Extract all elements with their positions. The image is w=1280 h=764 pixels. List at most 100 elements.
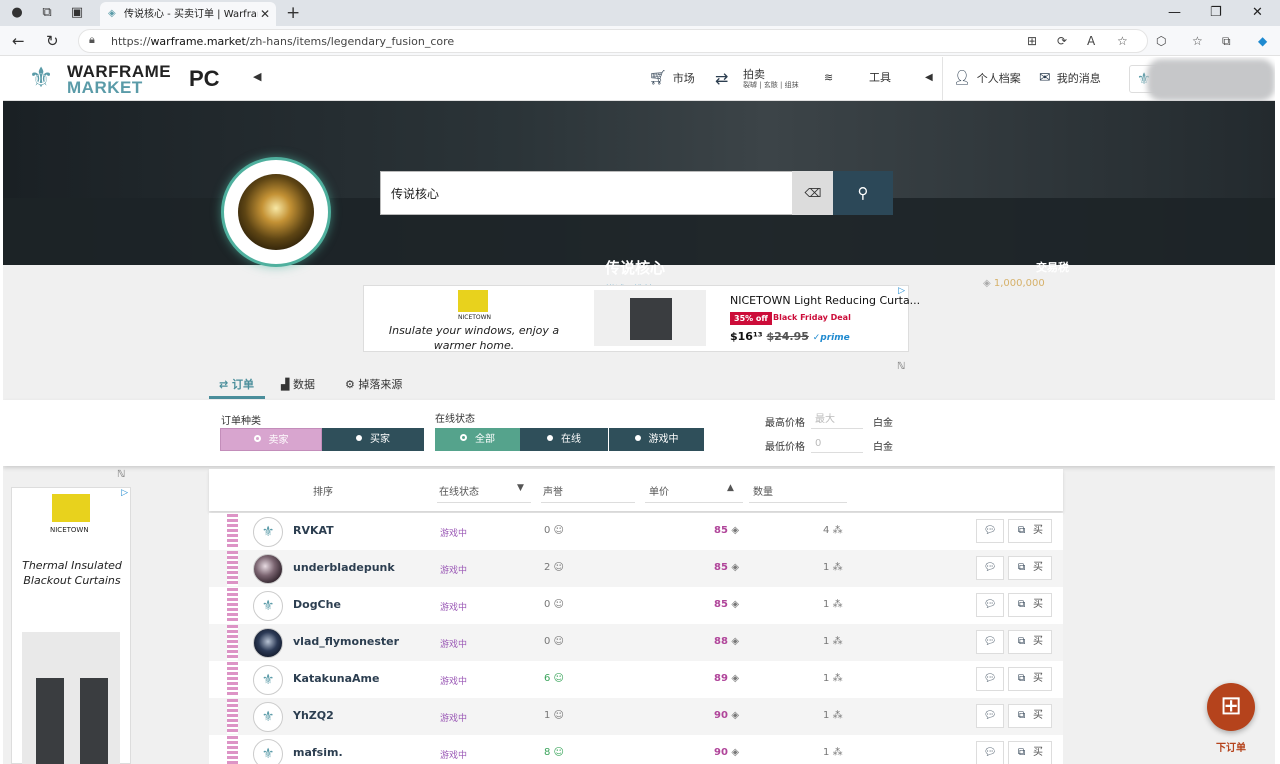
online-status-button[interactable]: 在线 [520,428,608,451]
min-price-input[interactable]: 0 [811,435,863,453]
read-aloud-icon[interactable]: A [1087,33,1095,49]
item-search-input[interactable]: 传说核心 [380,171,793,215]
search-button[interactable]: ⚲ [833,171,893,215]
avatar[interactable]: ⚜ [253,739,283,764]
refresh-icon[interactable]: ↻ [46,31,59,51]
online-status-label: 在线状态 [435,414,475,425]
tab-drop-sources[interactable]: ⚙ 掉落来源 [345,375,402,399]
sell-filter-button[interactable]: 卖家 [220,428,322,451]
order-quantity: 4 ⁂ [823,525,843,536]
quantity-header[interactable]: 数量 [753,483,773,498]
place-order-button[interactable]: ⊞ [1207,683,1255,731]
logo-text-bottom[interactable]: MARKET [67,78,143,98]
buy-button[interactable]: ⧉ 买 [1008,519,1052,543]
place-order-label[interactable]: 下订单 [1211,739,1251,754]
avatar[interactable]: ⚜ [253,702,283,732]
reputation-header-underline [541,502,635,503]
platinum-icon: ◈ [731,710,740,721]
workspaces-icon[interactable]: ⧉ [38,4,56,22]
nav-profile[interactable]: 👤︎ 个人档案 [953,70,1021,87]
curtain-image [594,290,706,346]
close-tab-icon[interactable]: ✕ [260,6,270,22]
seller-name[interactable]: YhZQ2 [293,709,334,722]
ingame-status-button[interactable]: 游戏中 [608,428,704,451]
buy-filter-button[interactable]: 买家 [322,428,424,451]
sort-asc-icon: ▲ [727,483,734,493]
chat-button[interactable]: 💬︎ [976,667,1004,691]
browser-tab[interactable]: ◈ 传说核心 - 买卖订单 | Warframe Market ✕ [100,2,276,26]
table-row: ⚜ YhZQ2 游戏中 1 ☺ 90 ◈ 1 ⁂ 💬︎ ⧉ 买 [209,698,1063,735]
minimize-icon[interactable]: — [1168,4,1181,22]
adchoices-icon[interactable]: ▷ [898,286,905,296]
seller-name[interactable]: KatakunaAme [293,672,379,685]
new-tab-icon[interactable]: + [286,3,300,23]
copy-icon: ⧉ [1018,710,1026,721]
platinum-icon: ◈ [731,525,740,536]
buy-button[interactable]: ⧉ 买 [1008,556,1052,580]
sort-header[interactable]: 排序 [313,483,333,498]
chat-button[interactable]: 💬︎ [976,704,1004,728]
seller-name[interactable]: RVKAT [293,524,334,537]
collapse-caret-icon[interactable]: ◀ [253,70,261,83]
avatar[interactable]: ⚜ [253,665,283,695]
tab-actions-icon[interactable]: ▣ [68,4,86,22]
url-field[interactable]: 🔒︎ https://warframe.market/zh-hans/items… [78,29,1148,53]
tab-statistics[interactable]: ▟ 数据 [281,375,315,399]
profile-icon[interactable]: ● [8,4,26,22]
chat-button[interactable]: 💬︎ [976,519,1004,543]
extensions-icon[interactable]: ⬡ [1156,33,1166,49]
adchoices-left-icon[interactable]: ▷ [121,488,128,498]
price-header[interactable]: 单价 ▲ [649,483,734,498]
ad-left-slogan: Thermal Insulated Blackout Curtains [22,559,122,587]
chat-button[interactable]: 💬︎ [976,556,1004,580]
copilot-icon[interactable]: ◆ [1258,33,1267,49]
buy-button[interactable]: ⧉ 买 [1008,667,1052,691]
nav-tools[interactable]: 工具 [869,70,891,86]
tools-caret-icon[interactable]: ◀ [925,70,933,86]
favorites-icon[interactable]: ☆ [1192,33,1203,49]
buy-button[interactable]: ⧉ 买 [1008,704,1052,728]
collections-icon[interactable]: ⧉ [1222,33,1231,49]
rank-badge [227,699,238,734]
buy-button[interactable]: ⧉ 买 [1008,741,1052,764]
copy-icon: ⧉ [1018,673,1026,684]
table-row: ⚜ RVKAT 游戏中 0 ☺ 85 ◈ 4 ⁂ 💬︎ ⧉ 买 [209,513,1063,550]
chat-button[interactable]: 💬︎ [976,593,1004,617]
platform-selector[interactable]: PC [189,66,220,92]
chat-button[interactable]: 💬︎ [976,630,1004,654]
seller-name[interactable]: underbladepunk [293,561,395,574]
nav-market[interactable]: 🛒︎ 市场 [649,70,695,87]
seller-reputation: 0 ☺ [544,599,564,610]
avatar[interactable]: ⚜ [253,517,283,547]
ad-banner-left[interactable]: NICETOWN Thermal Insulated Blackout Curt… [11,487,131,764]
all-status-button[interactable]: 全部 [435,428,520,451]
ad-banner-top[interactable]: NICETOWN Insulate your windows, enjoy a … [363,285,920,352]
favorite-star-icon[interactable]: ☆ [1117,33,1128,49]
avatar[interactable] [253,554,283,584]
avatar[interactable]: ⚜ [253,591,283,621]
nav-messages[interactable]: ✉ 我的消息 [1039,70,1101,87]
buy-button[interactable]: ⧉ 买 [1008,593,1052,617]
avatar[interactable] [253,628,283,658]
seller-name[interactable]: vlad_flymonester [293,635,399,648]
chat-button[interactable]: 💬︎ [976,741,1004,764]
ad-left-brand: NICETOWN [50,526,89,534]
reputation-header[interactable]: 声誉 [543,483,563,498]
tab-orders[interactable]: ⇄ 订单 [209,375,265,399]
app-available-icon[interactable]: ⊞ [1027,33,1037,49]
status-header[interactable]: 在线状态 ▼ [439,483,524,498]
ad-vendor-icon-left: ℕ [117,469,126,480]
seller-name[interactable]: DogChe [293,598,341,611]
close-window-icon[interactable]: ✕ [1252,4,1263,22]
restore-icon[interactable]: ❐ [1210,4,1222,22]
max-price-input[interactable]: 最大 [811,411,863,429]
buy-button[interactable]: ⧉ 买 [1008,630,1052,654]
back-icon[interactable]: ← [12,31,25,51]
layers-icon[interactable]: ≋ [824,70,833,86]
clear-search-icon[interactable]: ⌫ [792,171,834,215]
translate-icon[interactable]: ⟳ [1057,33,1067,49]
max-price-label: 最高价格 [765,418,805,429]
warframe-logo-icon[interactable]: ⚜ [19,61,63,95]
seller-reputation: 0 ☺ [544,636,564,647]
seller-name[interactable]: mafsim. [293,746,343,759]
